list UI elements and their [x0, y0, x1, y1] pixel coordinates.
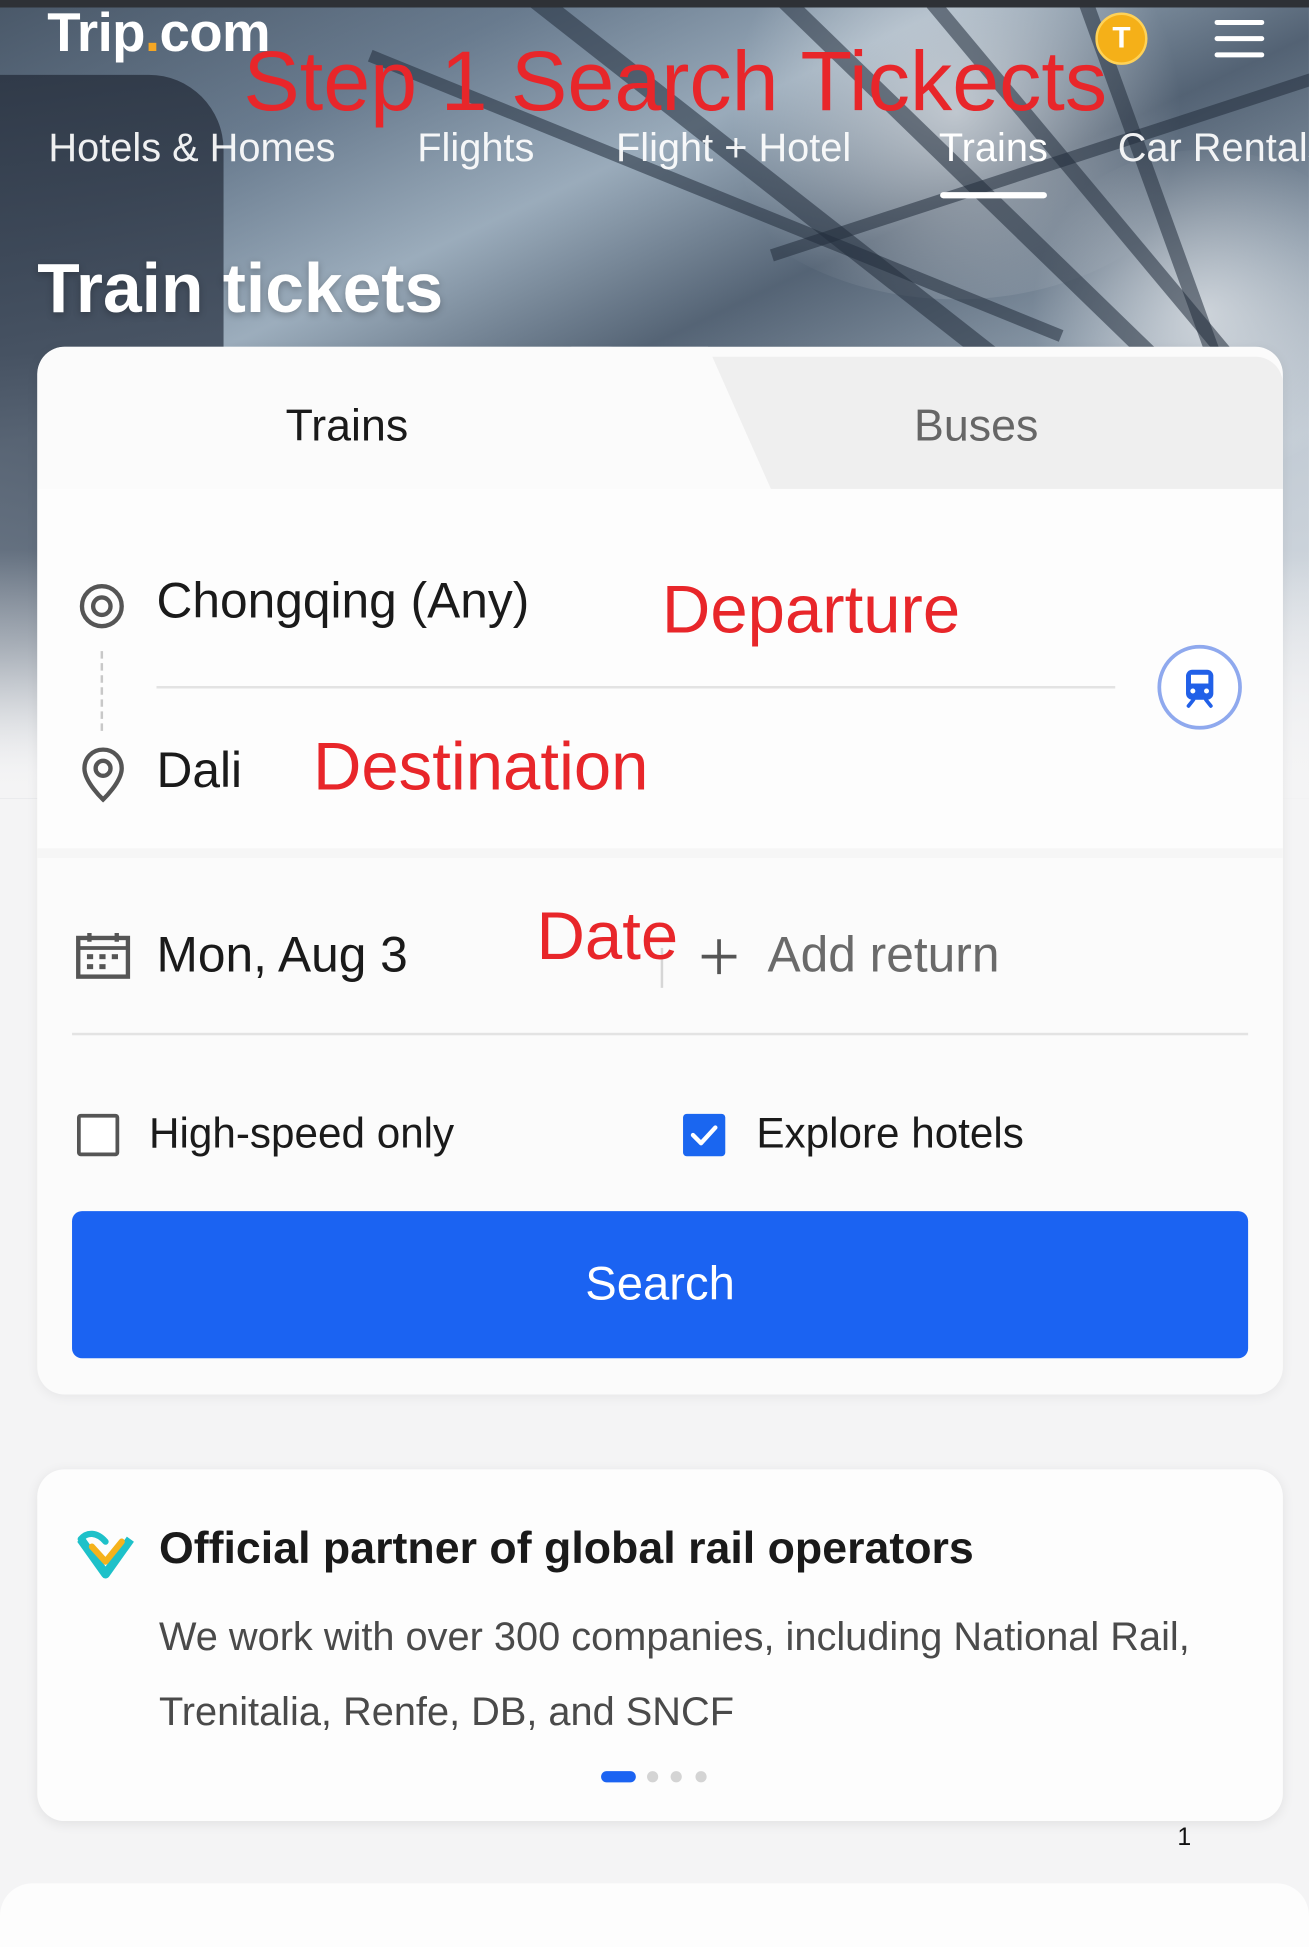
high-speed-label[interactable]: High-speed only: [149, 1110, 454, 1159]
calendar-icon: [76, 932, 131, 979]
nav-tab-car-rentals[interactable]: Car Rentals: [1118, 125, 1309, 171]
date-field[interactable]: Mon, Aug 3: [156, 928, 407, 984]
page-number: 1: [1177, 1823, 1192, 1851]
carousel-dot[interactable]: [670, 1771, 682, 1783]
checkmark-icon: [690, 1125, 718, 1146]
route-divider: [156, 686, 1116, 689]
route-connector: [100, 651, 104, 731]
plus-icon[interactable]: [698, 935, 740, 977]
destination-field[interactable]: Dali: [156, 743, 242, 799]
carousel-dot[interactable]: [695, 1771, 707, 1783]
date-divider: [72, 1032, 1249, 1036]
explore-hotels-label[interactable]: Explore hotels: [756, 1110, 1024, 1159]
nav-tab-hotels-homes[interactable]: Hotels & Homes: [48, 125, 335, 171]
logo-text: Trip.com: [47, 2, 270, 64]
search-button[interactable]: Search: [72, 1211, 1249, 1359]
annotation-date: Date: [536, 899, 679, 975]
tab-trains[interactable]: Trains: [286, 399, 409, 451]
carousel-dot-active[interactable]: [601, 1771, 636, 1783]
train-icon: [1186, 669, 1214, 708]
departure-target-icon: [79, 584, 124, 629]
destination-pin-icon: [82, 747, 124, 803]
active-tab-indicator: [940, 192, 1047, 199]
annotation-destination: Destination: [312, 729, 649, 805]
verified-heart-icon: [77, 1530, 134, 1579]
member-badge-letter: T: [1112, 21, 1131, 55]
nav-tab-trains[interactable]: Trains: [939, 125, 1048, 171]
carousel-dot[interactable]: [647, 1771, 659, 1783]
explore-hotels-checkbox[interactable]: [683, 1113, 726, 1157]
add-return-button[interactable]: Add return: [767, 928, 999, 984]
departure-field[interactable]: Chongqing (Any): [156, 574, 529, 630]
nav-tab-flights[interactable]: Flights: [417, 125, 534, 171]
route-section: [37, 488, 1283, 859]
hamburger-menu-icon[interactable]: [1214, 19, 1267, 60]
trip-logo[interactable]: Trip.com: [47, 2, 270, 64]
high-speed-checkbox[interactable]: [76, 1113, 120, 1157]
nav-tab-flight-hotel[interactable]: Flight + Hotel: [616, 125, 851, 171]
partner-description: We work with over 300 companies, includi…: [158, 1614, 1190, 1734]
annotation-departure: Departure: [661, 572, 961, 648]
swap-stations-button[interactable]: [1157, 644, 1242, 730]
tab-buses[interactable]: Buses: [914, 399, 1038, 451]
partner-title: Official partner of global rail operator…: [158, 1521, 974, 1573]
annotation-step: Step 1 Search Tickects: [243, 33, 1108, 129]
search-button-label: Search: [585, 1257, 735, 1311]
bottom-panel: [0, 1883, 1309, 1947]
page-title: Train tickets: [37, 248, 444, 327]
